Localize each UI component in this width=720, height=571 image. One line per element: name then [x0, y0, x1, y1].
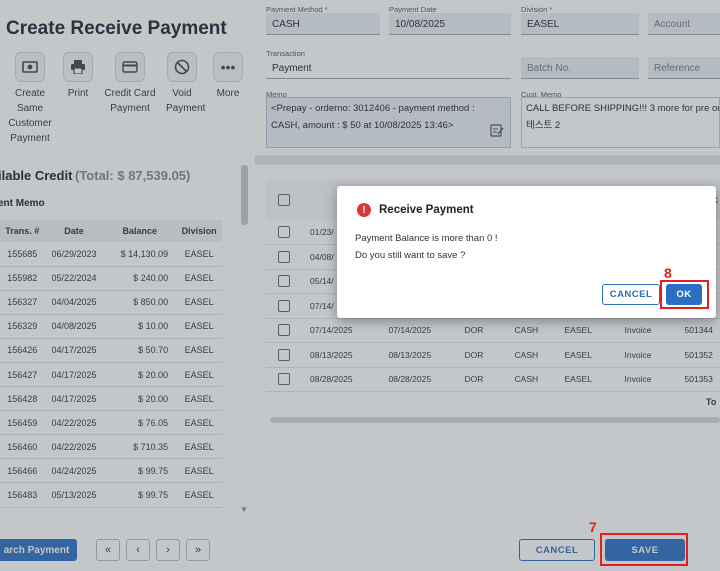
error-icon: !: [357, 203, 371, 217]
save-highlight-box: [600, 533, 688, 566]
dialog-message-line2: Do you still want to save ?: [355, 250, 466, 261]
dialog-message-line1: Payment Balance is more than 0 !: [355, 233, 498, 244]
dialog-cancel-button[interactable]: CANCEL: [602, 284, 660, 305]
step-7-number: 7: [589, 519, 597, 535]
step-8-number: 8: [664, 265, 672, 281]
ok-highlight-box: [660, 280, 709, 309]
dialog-title: Receive Payment: [379, 204, 474, 216]
